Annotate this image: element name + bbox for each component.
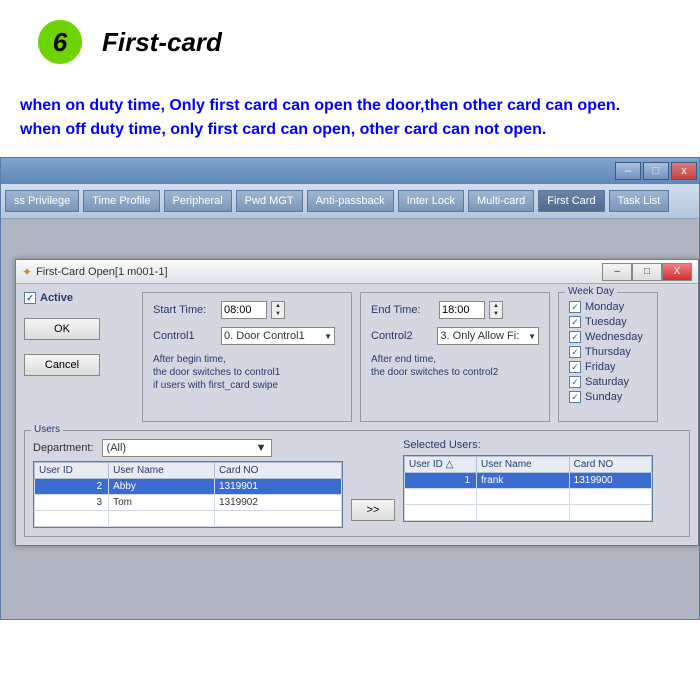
tab-time-profile[interactable]: Time Profile (83, 190, 159, 212)
table-row (405, 505, 652, 521)
weekday-checkbox-monday[interactable]: ✓ (569, 301, 581, 313)
end-hint: After end time,the door switches to cont… (371, 353, 539, 379)
start-time-spinner[interactable]: ▲▼ (271, 301, 285, 319)
weekday-label: Wednesday (585, 331, 643, 343)
control1-select[interactable]: 0. Door Control1▼ (221, 327, 335, 345)
start-time-input[interactable] (221, 301, 267, 319)
dialog-title: First-Card Open[1 m001-1] (36, 266, 167, 278)
outer-titlebar: – □ x (1, 158, 699, 184)
end-time-spinner[interactable]: ▲▼ (489, 301, 503, 319)
available-users-table[interactable]: User IDUser NameCard NO2Abby13199013Tom1… (33, 461, 343, 528)
table-header[interactable]: Card NO (214, 463, 341, 479)
dialog-max-button[interactable]: □ (632, 263, 662, 281)
weekday-label: Thursday (585, 346, 631, 358)
app-window: – □ x ss PrivilegeTime ProfilePeripheral… (0, 157, 700, 620)
control2-select[interactable]: 3. Only Allow Fi:▼ (437, 327, 539, 345)
tab-ss-privilege[interactable]: ss Privilege (5, 190, 79, 212)
active-label: Active (40, 292, 73, 304)
tab-task-list[interactable]: Task List (609, 190, 670, 212)
weekday-label: Tuesday (585, 316, 627, 328)
table-row[interactable]: 3Tom1319902 (35, 495, 342, 511)
dialog-icon: ✦ (22, 265, 32, 279)
department-label: Department: (33, 442, 94, 454)
table-header[interactable]: User Name (477, 457, 570, 473)
department-select[interactable]: (All)▼ (102, 439, 272, 457)
weekday-checkbox-tuesday[interactable]: ✓ (569, 316, 581, 328)
users-legend: Users (31, 424, 63, 435)
weekday-checkbox-wednesday[interactable]: ✓ (569, 331, 581, 343)
start-time-label: Start Time: (153, 304, 217, 316)
cancel-button[interactable]: Cancel (24, 354, 100, 376)
weekday-label: Friday (585, 361, 616, 373)
main-area: ✦ First-Card Open[1 m001-1] – □ X ✓ Acti… (1, 219, 699, 619)
dialog-close-button[interactable]: X (662, 263, 692, 281)
users-fieldset: Users Department: (All)▼ User IDUser Nam… (24, 430, 690, 537)
tab-peripheral[interactable]: Peripheral (164, 190, 232, 212)
tab-inter-lock[interactable]: Inter Lock (398, 190, 464, 212)
table-header[interactable]: Card NO (569, 457, 651, 473)
step-number: 6 (38, 20, 82, 64)
end-time-input[interactable] (439, 301, 485, 319)
weekday-checkbox-saturday[interactable]: ✓ (569, 376, 581, 388)
tab-anti-passback[interactable]: Anti-passback (307, 190, 394, 212)
table-header[interactable]: User Name (109, 463, 215, 479)
weekday-label: Sunday (585, 391, 622, 403)
ok-button[interactable]: OK (24, 318, 100, 340)
step-title: First-card (102, 27, 222, 58)
active-checkbox[interactable]: ✓ (24, 292, 36, 304)
table-row[interactable]: 1frank1319900 (405, 473, 652, 489)
selected-users-table[interactable]: User ID △User NameCard NO1frank1319900 (403, 455, 653, 522)
start-hint: After begin time,the door switches to co… (153, 353, 341, 392)
dialog-min-button[interactable]: – (602, 263, 632, 281)
outer-close-button[interactable]: x (671, 162, 697, 180)
table-row[interactable]: 2Abby1319901 (35, 479, 342, 495)
outer-min-button[interactable]: – (615, 162, 641, 180)
weekday-checkbox-friday[interactable]: ✓ (569, 361, 581, 373)
move-right-button[interactable]: >> (351, 499, 395, 521)
weekday-checkbox-thursday[interactable]: ✓ (569, 346, 581, 358)
first-card-dialog: ✦ First-Card Open[1 m001-1] – □ X ✓ Acti… (15, 259, 699, 546)
weekday-label: Monday (585, 301, 624, 313)
tab-first-card[interactable]: First Card (538, 190, 604, 212)
tab-pwd-mgt[interactable]: Pwd MGT (236, 190, 303, 212)
toolbar: ss PrivilegeTime ProfilePeripheralPwd MG… (1, 184, 699, 219)
weekday-label: Saturday (585, 376, 629, 388)
table-header[interactable]: User ID △ (405, 457, 477, 473)
start-fieldset: Start Time: ▲▼ Control1 0. Door Control1… (142, 292, 352, 422)
outer-max-button[interactable]: □ (643, 162, 669, 180)
weekday-fieldset: Week Day ✓Monday✓Tuesday✓Wednesday✓Thurs… (558, 292, 658, 422)
description: when on duty time, Only first card can o… (0, 94, 700, 157)
table-row (405, 489, 652, 505)
end-time-label: End Time: (371, 304, 435, 316)
dialog-titlebar: ✦ First-Card Open[1 m001-1] – □ X (16, 260, 698, 284)
weekday-checkbox-sunday[interactable]: ✓ (569, 391, 581, 403)
end-fieldset: End Time: ▲▼ Control2 3. Only Allow Fi:▼… (360, 292, 550, 422)
tab-multi-card[interactable]: Multi-card (468, 190, 534, 212)
weekday-legend: Week Day (565, 286, 617, 297)
table-row (35, 511, 342, 527)
control1-label: Control1 (153, 330, 217, 342)
table-header[interactable]: User ID (35, 463, 109, 479)
selected-users-label: Selected Users: (403, 439, 653, 451)
control2-label: Control2 (371, 330, 433, 342)
